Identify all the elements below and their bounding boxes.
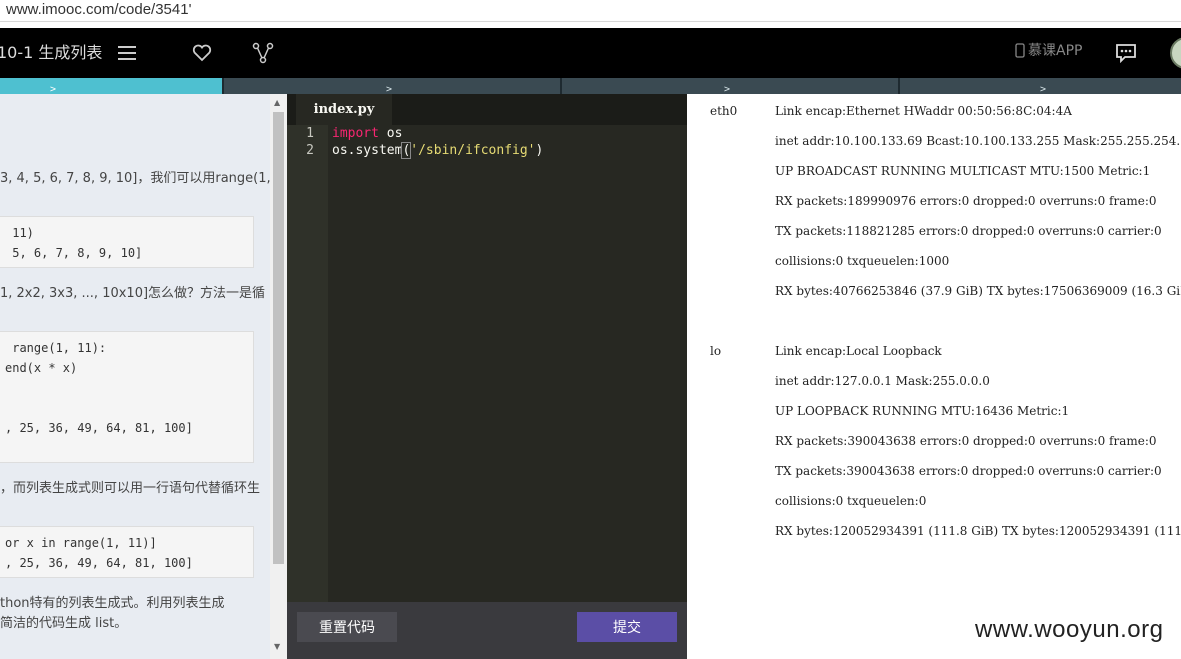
line-number: 1: [306, 126, 314, 141]
line-number-gutter: 1 2: [287, 125, 328, 602]
hamburger-menu-icon[interactable]: [114, 40, 140, 66]
output-line: Link encap:Local Loopback: [775, 344, 942, 358]
file-tab-bar: index.py: [287, 94, 687, 125]
output-line: TX packets:118821285 errors:0 dropped:0 …: [775, 224, 1162, 238]
app-label: 慕课APP: [1028, 43, 1083, 59]
code-editor: index.py 1 2 import os os.system('/sbin/…: [287, 94, 687, 659]
interface-name: lo: [710, 344, 722, 358]
output-line: RX packets:189990976 errors:0 dropped:0 …: [775, 194, 1157, 208]
tab-lesson[interactable]: >: [0, 78, 224, 95]
editor-footer: 重置代码 提交: [287, 602, 687, 659]
scroll-down-arrow-icon[interactable]: ▼: [274, 642, 280, 651]
output-line: collisions:0 txqueuelen:0: [775, 494, 927, 508]
output-panel: eth0 Link encap:Ethernet HWaddr 00:50:56…: [687, 94, 1181, 659]
heart-icon[interactable]: [189, 40, 215, 66]
output-line: RX bytes:40766253846 (37.9 GiB) TX bytes…: [775, 284, 1181, 298]
lesson-paragraph: 1, 2x2, 3x3, ..., 10x10]怎么做？方法一是循: [0, 286, 266, 301]
code-example: 11) 5, 6, 7, 8, 9, 10]: [0, 216, 254, 268]
scroll-up-arrow-icon[interactable]: ▲: [274, 98, 280, 107]
output-line: RX bytes:120052934391 (111.8 GiB) TX byt…: [775, 524, 1181, 538]
user-avatar[interactable]: [1170, 37, 1181, 69]
url-text: www.imooc.com/code/3541': [6, 1, 192, 18]
output-line: inet addr:10.100.133.69 Bcast:10.100.133…: [775, 134, 1181, 148]
share-nodes-icon[interactable]: [250, 40, 276, 66]
submit-button[interactable]: 提交: [577, 612, 677, 642]
lesson-paragraph: 简洁的代码生成 list。: [0, 616, 128, 631]
tab-editor[interactable]: >: [224, 78, 562, 95]
tab-extra[interactable]: >: [900, 78, 1181, 95]
watermark-text: www.wooyun.org: [975, 616, 1164, 643]
file-tab-index-py[interactable]: index.py: [296, 94, 392, 125]
output-line: Link encap:Ethernet HWaddr 00:50:56:8C:0…: [775, 104, 1072, 118]
lesson-title: 10-1 生成列表: [0, 43, 103, 62]
lesson-paragraph: 3, 4, 5, 6, 7, 8, 9, 10]，我们可以用range(1,: [0, 171, 270, 186]
app-download-link[interactable]: 慕课APP: [1015, 40, 1082, 60]
tab-output[interactable]: >: [562, 78, 900, 95]
code-example: range(1, 11): end(x * x) , 25, 36, 49, 6…: [0, 331, 254, 463]
code-line[interactable]: os.system('/sbin/ifconfig'): [332, 142, 543, 159]
code-example: or x in range(1, 11)] , 25, 36, 49, 64, …: [0, 526, 254, 578]
reset-code-button[interactable]: 重置代码: [297, 612, 397, 642]
address-bar[interactable]: www.imooc.com/code/3541': [0, 0, 1181, 22]
panel-tab-strip: > > > >: [0, 78, 1181, 95]
output-line: UP LOOPBACK RUNNING MTU:16436 Metric:1: [775, 404, 1070, 418]
line-number: 2: [306, 143, 314, 158]
chat-bubble-icon[interactable]: [1113, 40, 1139, 66]
interface-name: eth0: [710, 104, 738, 118]
output-line: RX packets:390043638 errors:0 dropped:0 …: [775, 434, 1157, 448]
phone-icon: [1015, 42, 1025, 58]
lesson-paragraph: ，而列表生成式则可以用一行语句代替循环生: [0, 481, 261, 496]
code-line[interactable]: import os: [332, 126, 402, 141]
lesson-panel: 3, 4, 5, 6, 7, 8, 9, 10]，我们可以用range(1, 1…: [0, 94, 270, 659]
lesson-scrollbar[interactable]: ▲ ▼: [270, 94, 287, 659]
output-line: TX packets:390043638 errors:0 dropped:0 …: [775, 464, 1162, 478]
output-line: collisions:0 txqueuelen:1000: [775, 254, 950, 268]
output-line: inet addr:127.0.0.1 Mask:255.0.0.0: [775, 374, 990, 388]
output-line: UP BROADCAST RUNNING MULTICAST MTU:1500 …: [775, 164, 1151, 178]
top-nav: 10-1 生成列表 慕课APP: [0, 28, 1181, 78]
lesson-paragraph: thon特有的列表生成式。利用列表生成: [0, 596, 225, 611]
scrollbar-thumb[interactable]: [273, 112, 284, 564]
